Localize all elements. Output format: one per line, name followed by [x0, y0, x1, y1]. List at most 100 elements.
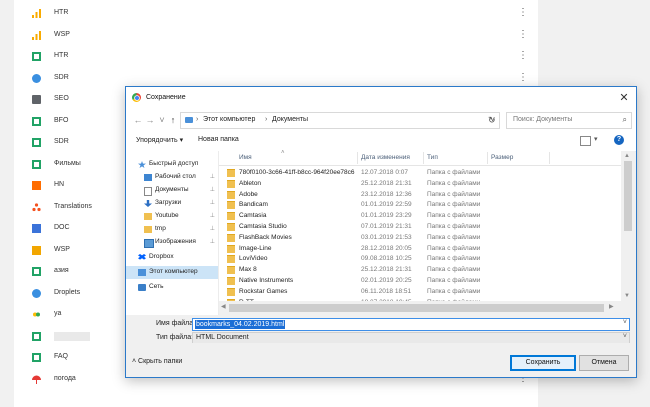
chevron-down-icon[interactable]: ˅ [623, 333, 627, 340]
help-icon[interactable]: ? [614, 135, 624, 145]
file-row[interactable]: Max 8 25.12.2018 21:31 Папка с файлами [219, 264, 621, 275]
view-options-icon[interactable] [580, 136, 591, 146]
file-date: 25.12.2018 21:31 [361, 179, 412, 187]
bookmark-label: погода [54, 374, 76, 382]
forward-arrow-icon[interactable]: → [144, 114, 156, 126]
file-name: Camtasia [239, 212, 267, 220]
column-divider[interactable] [423, 152, 424, 164]
folder-icon [227, 277, 235, 285]
file-row[interactable]: Camtasia 01.01.2019 23:29 Папка с файлами [219, 210, 621, 221]
file-name: Camtasia Studio [239, 223, 287, 230]
new-folder-button[interactable]: Новая папка [198, 136, 239, 143]
file-row[interactable]: Bandicam 01.01.2019 22:59 Папка с файлами [219, 199, 621, 210]
nav-pane-item[interactable]: Dropbox [126, 251, 218, 264]
pin-icon: ⊥ [209, 174, 215, 180]
breadcrumb-this-pc[interactable]: Этот компьютер [203, 116, 255, 123]
nav-pane-item[interactable]: tmp ⊥ [126, 223, 218, 236]
file-row[interactable]: 780f0100-3c66-41ff-b8cc-964f20ee78c6 12.0… [219, 167, 621, 178]
scroll-down-icon[interactable]: ▼ [624, 293, 630, 299]
folder-icon [144, 213, 152, 220]
filename-input[interactable]: bookmarks_04.02.2019.html ˅ [192, 318, 630, 331]
file-date: 03.01.2019 21:53 [361, 233, 412, 241]
column-divider[interactable] [549, 152, 550, 164]
nav-pane-item[interactable]: Рабочий стол ⊥ [126, 171, 218, 184]
column-divider[interactable] [357, 152, 358, 164]
desktop-icon [144, 174, 152, 181]
pin-icon: ⊥ [209, 226, 215, 232]
up-arrow-icon[interactable]: ↑ [167, 114, 179, 126]
bookmark-label: Droplets [54, 288, 81, 296]
file-date: 01.01.2019 23:29 [361, 212, 412, 220]
nav-pane-item[interactable]: Изображения ⊥ [126, 236, 218, 249]
file-date: 12.07.2018 0:07 [361, 169, 408, 176]
more-options-icon[interactable]: ⋮ [518, 49, 528, 63]
column-divider[interactable] [487, 152, 488, 164]
bookmark-row[interactable]: WSP ⋮ [14, 25, 538, 47]
back-arrow-icon[interactable]: ← [132, 114, 144, 126]
more-options-icon[interactable]: ⋮ [518, 71, 528, 85]
address-bar[interactable]: › Этот компьютер › Документы ˅ [180, 112, 500, 129]
filename-value[interactable]: bookmarks_04.02.2019.html [195, 320, 286, 329]
column-type[interactable]: Тип [427, 154, 438, 161]
bookmark-row[interactable]: HTR ⋮ [14, 46, 538, 68]
bookmark-label: Translations [54, 202, 92, 210]
bookmark-label: Фильмы [54, 159, 81, 167]
nav-pane-item[interactable]: Документы ⊥ [126, 184, 218, 197]
save-button[interactable]: Сохранить [510, 355, 576, 371]
horizontal-scrollbar[interactable]: ◀ ▶ [219, 301, 621, 315]
file-row[interactable]: Rockstar Games 06.11.2018 18:51 Папка с фа… [219, 286, 621, 297]
vertical-scrollbar[interactable]: ▲ ▼ [621, 151, 635, 315]
file-name: Ableton [239, 179, 262, 187]
hide-folders-button[interactable]: ˄ Скрыть папки [132, 358, 182, 365]
scroll-left-icon[interactable]: ◀ [221, 303, 226, 310]
chevron-down-icon[interactable]: ˅ [623, 319, 627, 326]
nav-pane-item[interactable]: Быстрый доступ [126, 158, 218, 171]
spreadsheet-icon [32, 267, 41, 276]
scroll-up-icon[interactable]: ▲ [624, 153, 630, 159]
file-type: Папка с файлами [427, 233, 481, 241]
file-type: Папка с файлами [427, 201, 481, 209]
nav-pane-label: Youtube [155, 212, 179, 219]
nav-pane-label: Сеть [149, 283, 164, 290]
nav-pane-item[interactable]: Загрузки ⊥ [126, 197, 218, 210]
file-row[interactable]: Native Instruments 02.01.2019 20:25 Папка … [219, 275, 621, 286]
chevron-down-icon[interactable]: ▾ [594, 135, 598, 143]
close-icon[interactable]: ✕ [616, 90, 632, 106]
dialog-titlebar[interactable]: Сохранение ✕ [126, 87, 636, 109]
file-name: LoviVideo [239, 255, 268, 263]
chrome-icon [132, 93, 141, 102]
file-type: Папка с файлами [427, 266, 481, 274]
save-dialog: Сохранение ✕ ← → ˅ ↑ › Этот компьютер › … [125, 86, 637, 378]
scrollbar-thumb[interactable] [624, 161, 632, 231]
column-name[interactable]: Имя [239, 154, 252, 161]
column-size[interactable]: Размер [491, 154, 513, 161]
file-row[interactable]: Image-Line 28.12.2018 20:05 Папка с файлам… [219, 243, 621, 254]
file-date: 02.01.2019 20:25 [361, 277, 412, 284]
nav-pane-item[interactable]: Youtube ⊥ [126, 210, 218, 223]
pin-icon: ⊥ [209, 200, 215, 206]
refresh-icon[interactable]: ↻ [488, 115, 496, 126]
search-input[interactable]: Поиск: Документы ⌕ [506, 112, 632, 129]
file-date: 28.12.2018 20:05 [361, 244, 412, 252]
folder-icon [227, 169, 235, 177]
pictures-icon [144, 239, 154, 248]
nav-pane-item[interactable]: Сеть [126, 281, 218, 294]
bookmark-row[interactable]: HTR ⋮ [14, 3, 538, 25]
nav-pane-item[interactable]: Этот компьютер [126, 266, 218, 279]
scroll-right-icon[interactable]: ▶ [609, 303, 614, 310]
file-row[interactable]: Ableton 25.12.2018 21:31 Папка с файлами [219, 178, 621, 189]
file-row[interactable]: LoviVideo 09.08.2018 10:25 Папка с файлами [219, 253, 621, 264]
scrollbar-thumb[interactable] [229, 304, 604, 312]
file-row[interactable]: Adobe 23.12.2018 12:36 Папка с файлами [219, 189, 621, 200]
more-options-icon[interactable]: ⋮ [518, 28, 528, 42]
breadcrumb-documents[interactable]: Документы [272, 116, 308, 123]
file-date: 23.12.2018 12:36 [361, 190, 412, 198]
column-date[interactable]: Дата изменения [361, 154, 410, 161]
bar-chart-icon [32, 30, 41, 40]
file-row[interactable]: FlashBack Movies 03.01.2019 21:53 Папка с … [219, 232, 621, 243]
organize-button[interactable]: Упорядочить ▾ [136, 136, 183, 144]
cancel-button[interactable]: Отмена [579, 355, 629, 371]
spreadsheet-icon [32, 331, 41, 341]
file-row[interactable]: Camtasia Studio 07.01.2019 21:31 Папка с ф… [219, 221, 621, 232]
more-options-icon[interactable]: ⋮ [518, 6, 528, 20]
